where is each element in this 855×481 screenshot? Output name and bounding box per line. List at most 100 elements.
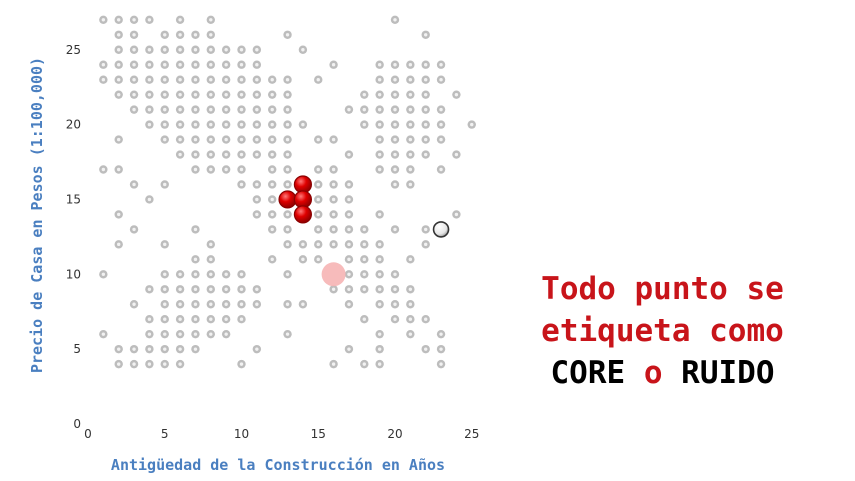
data-point (191, 255, 200, 264)
data-point-center (316, 167, 320, 172)
data-point (283, 90, 292, 99)
data-point (99, 270, 108, 279)
data-point (268, 75, 277, 84)
data-point (145, 45, 154, 54)
data-point (221, 150, 231, 159)
data-point-center (255, 302, 259, 306)
data-point-center (377, 242, 382, 247)
data-point (237, 300, 246, 309)
data-point-center (147, 107, 152, 112)
data-point (360, 90, 369, 99)
data-point (145, 195, 154, 204)
data-point-center (255, 122, 259, 127)
data-point (114, 135, 123, 144)
data-point-center (408, 137, 413, 142)
data-point (406, 105, 415, 114)
scatter-chart: 0 5 10 15 20 25 0 5 10 15 20 25 Antigüedad de la Co… (28, 15, 479, 474)
data-point-center (224, 287, 228, 291)
data-point (344, 225, 354, 234)
data-point (344, 240, 354, 249)
data-point-center (178, 332, 182, 336)
data-point-center (193, 33, 198, 37)
data-point-center (209, 137, 213, 142)
data-point (375, 135, 384, 144)
data-point (129, 105, 139, 114)
data-point-center (393, 272, 397, 276)
caption-o-word: o (643, 355, 663, 391)
data-point-center (439, 362, 443, 366)
data-point (221, 329, 231, 339)
x-axis-title: Antigüedad de la Construcción en Años (111, 456, 445, 474)
data-point-center (270, 257, 274, 262)
data-point (344, 255, 354, 264)
data-point-center (255, 92, 259, 97)
data-point-center (147, 92, 152, 97)
data-point-center (347, 227, 351, 232)
data-point (375, 105, 384, 114)
noise-point (432, 221, 450, 238)
data-point (283, 135, 292, 144)
data-point (344, 210, 354, 219)
data-point-center (331, 362, 336, 366)
data-point-center (132, 33, 136, 37)
data-point-center (193, 48, 198, 52)
data-point (421, 240, 430, 249)
data-point-center (331, 182, 336, 187)
data-point (375, 285, 384, 294)
data-point-center (132, 302, 136, 306)
data-point (375, 359, 384, 369)
data-point-center (408, 77, 413, 82)
data-point-center (163, 347, 167, 351)
data-point (175, 30, 185, 39)
data-point (314, 135, 323, 144)
data-point (344, 195, 354, 204)
data-point (283, 270, 292, 279)
data-point-center (331, 212, 336, 217)
data-point (375, 150, 384, 159)
data-point-center (270, 137, 274, 142)
data-point-center (193, 272, 198, 276)
data-point-center (147, 18, 152, 22)
data-point-center (209, 48, 213, 52)
data-point-center (224, 107, 228, 112)
data-point-center (178, 152, 182, 157)
data-point (206, 45, 215, 54)
data-point-center (439, 137, 443, 142)
data-point-center (224, 137, 228, 142)
data-point (421, 30, 430, 39)
data-point (298, 120, 308, 129)
data-point (406, 300, 415, 309)
data-point (191, 315, 200, 324)
data-point (221, 285, 231, 294)
data-point-center (393, 182, 397, 187)
data-point (252, 135, 262, 144)
data-point (237, 359, 246, 369)
data-point (221, 105, 231, 114)
data-point (283, 240, 292, 249)
data-point-center (163, 107, 167, 112)
data-point (344, 344, 354, 354)
data-point-center (239, 317, 244, 321)
data-point (160, 315, 169, 324)
y-tick-label: 5 (73, 342, 81, 356)
data-point (191, 30, 200, 39)
data-point (206, 60, 215, 69)
data-point (175, 359, 185, 369)
data-point (314, 225, 323, 234)
data-point-center (424, 137, 428, 142)
data-point-center (301, 122, 305, 127)
data-point (344, 285, 354, 294)
data-point-center (209, 302, 213, 306)
data-point-center (424, 92, 428, 97)
data-point (206, 285, 215, 294)
data-point-center (285, 107, 290, 112)
data-point-center (362, 272, 366, 276)
data-point-center (178, 137, 182, 142)
data-point-center (439, 122, 443, 127)
data-point (360, 270, 369, 279)
data-point-center (117, 212, 121, 217)
data-point (421, 105, 430, 114)
data-point (237, 60, 246, 69)
data-point (406, 135, 415, 144)
data-point-center (362, 362, 366, 366)
